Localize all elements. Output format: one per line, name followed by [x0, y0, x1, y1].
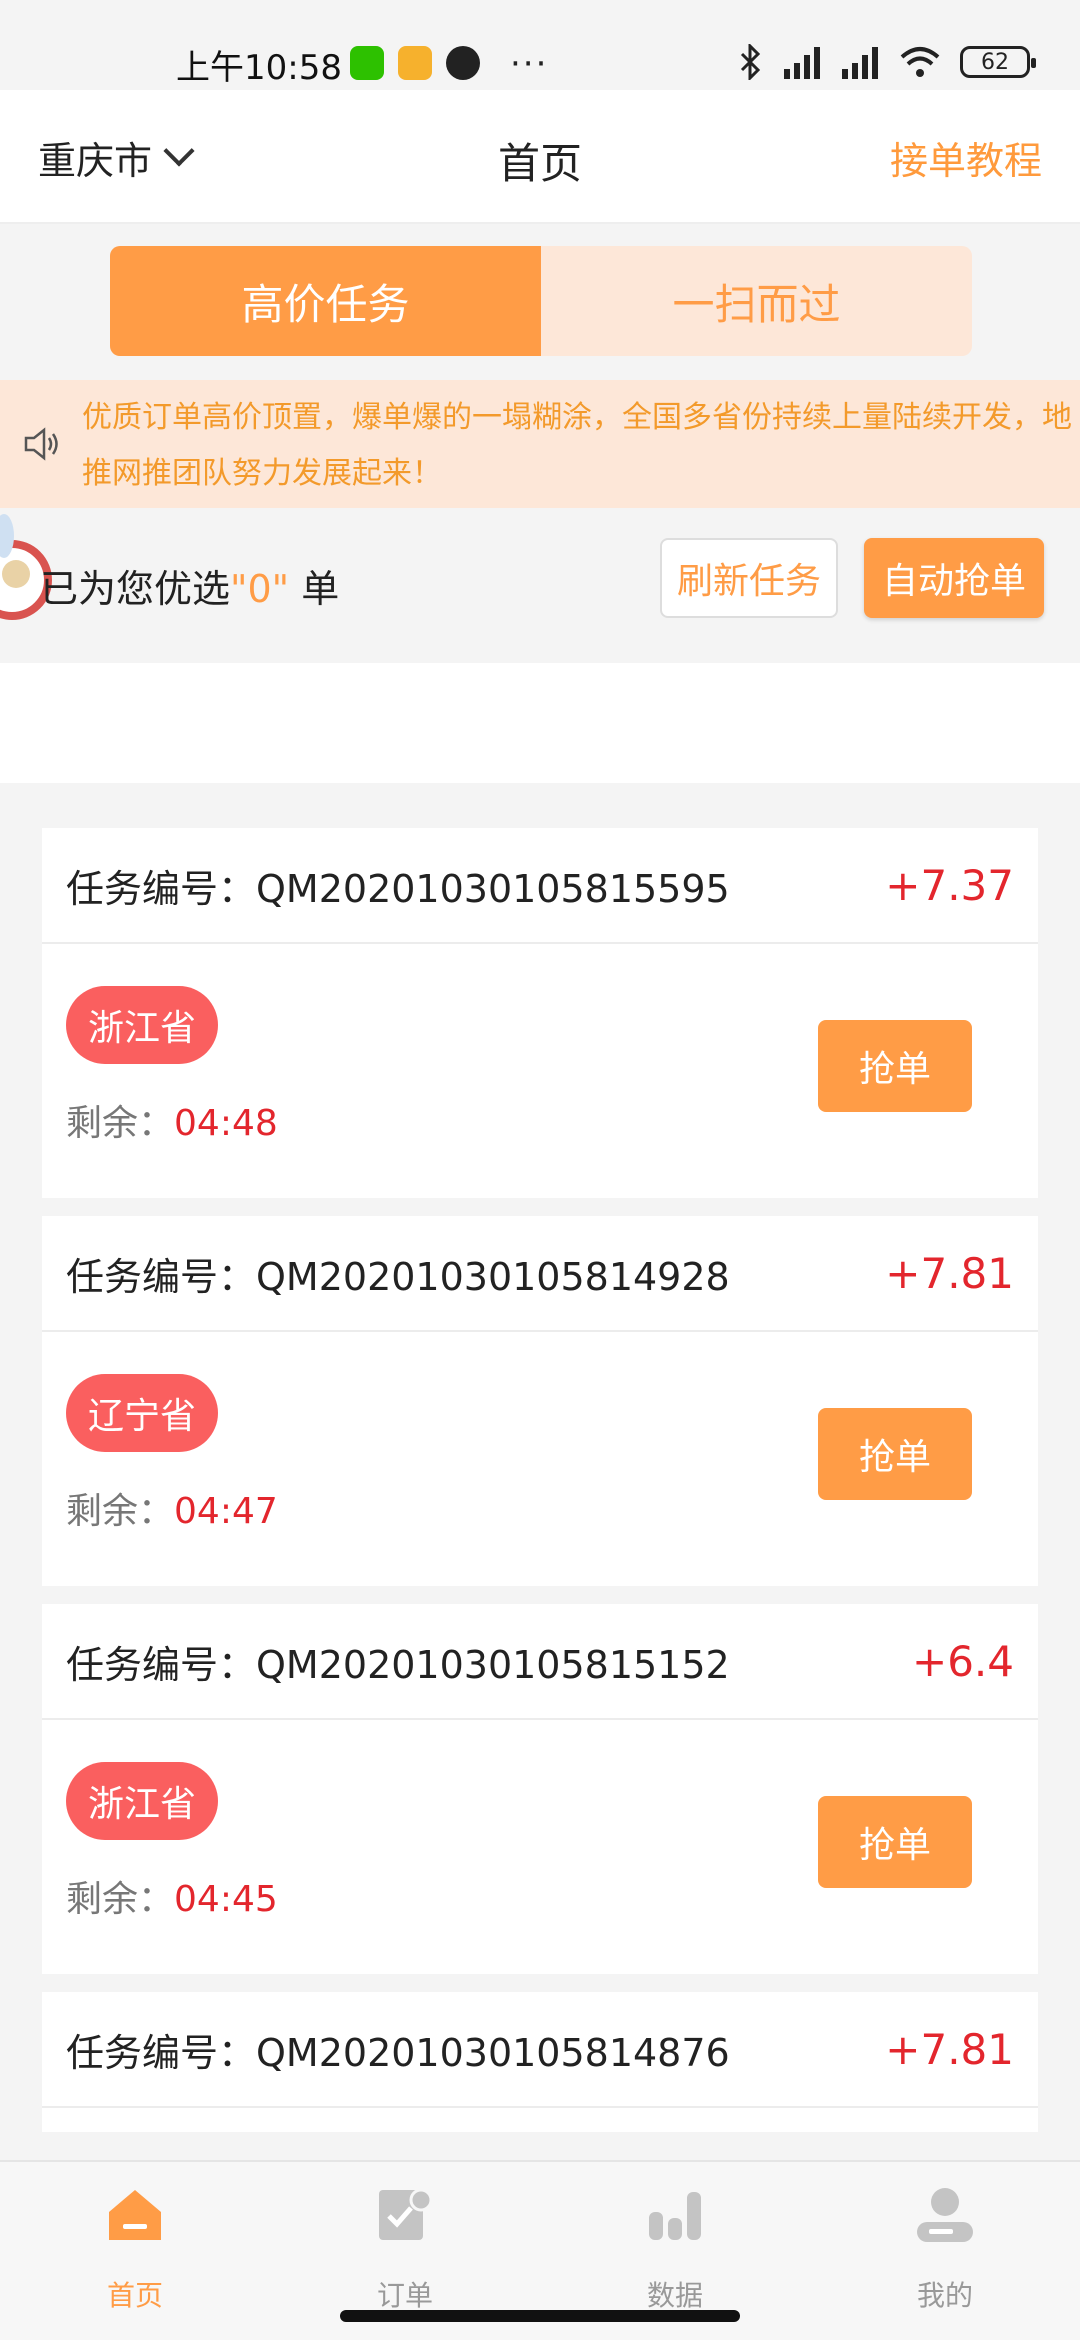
task-card: 任务编号：QM20201030105815595 +7.37 浙江省 剩余：04…: [42, 828, 1038, 1198]
selected-prefix: 已为您优选: [40, 567, 231, 611]
status-time: 上午10:58: [176, 48, 342, 88]
tab-high-price[interactable]: 高价任务: [110, 246, 541, 356]
remaining-value: 04:45: [174, 1879, 278, 1920]
task-header: 任务编号：QM20201030105815595 +7.37: [42, 828, 1038, 944]
task-card: 任务编号：QM20201030105814876 +7.81: [42, 1992, 1038, 2132]
grab-order-button[interactable]: 抢单: [818, 1796, 972, 1888]
status-system-icons: 62: [738, 44, 1036, 80]
task-id: 任务编号：QM20201030105814928: [66, 1246, 885, 1301]
nav-home-label: 首页: [106, 2279, 163, 2312]
auto-grab-button[interactable]: 自动抢单: [864, 538, 1044, 618]
task-id: 任务编号：QM20201030105814876: [66, 2022, 885, 2077]
nav-home[interactable]: 首页: [0, 2162, 270, 2340]
status-app-icons: [350, 46, 480, 80]
selected-suffix: 单: [289, 567, 340, 611]
task-id-value: QM20201030105814928: [256, 1254, 730, 1299]
tab-quick-scan[interactable]: 一扫而过: [541, 246, 972, 356]
qq-icon: [446, 46, 480, 80]
task-id-value: QM20201030105815595: [256, 866, 730, 911]
wifi-icon: [900, 47, 940, 77]
signal-icon: [784, 47, 820, 79]
signal-icon-2: [842, 47, 878, 79]
task-id-label: 任务编号：: [66, 2030, 257, 2075]
message-icon: [398, 46, 432, 80]
task-card: 任务编号：QM20201030105814928 +7.81 辽宁省 剩余：04…: [42, 1216, 1038, 1586]
task-price: +6.4: [912, 1636, 1014, 1686]
more-notifications-icon: ···: [510, 44, 549, 84]
task-price: +7.37: [885, 860, 1014, 910]
battery-icon: 62: [960, 46, 1036, 78]
task-card: 任务编号：QM20201030105815152 +6.4 浙江省 剩余：04:…: [42, 1604, 1038, 1974]
nav-profile[interactable]: 我的: [810, 2162, 1080, 2340]
nav-orders-label: 订单: [376, 2279, 433, 2312]
home-icon: [109, 2190, 161, 2240]
blank-area: [0, 663, 1080, 783]
task-body: 辽宁省 剩余：04:47 抢单: [42, 1332, 1038, 1584]
app-header: 重庆市 首页 接单教程: [0, 90, 1080, 224]
task-header: 任务编号：QM20201030105814928 +7.81: [42, 1216, 1038, 1332]
home-indicator[interactable]: [340, 2310, 740, 2322]
tabs-container: 高价任务 一扫而过: [0, 226, 1080, 376]
remaining-value: 04:48: [174, 1103, 278, 1144]
task-body: 浙江省 剩余：04:45 抢单: [42, 1720, 1038, 1972]
remaining-time: 剩余：04:47: [66, 1482, 278, 1534]
remaining-label: 剩余：: [66, 1491, 175, 1532]
remaining-value: 04:47: [174, 1491, 278, 1532]
grab-order-button[interactable]: 抢单: [818, 1408, 972, 1500]
remaining-time: 剩余：04:48: [66, 1094, 278, 1146]
task-id: 任务编号：QM20201030105815595: [66, 858, 885, 913]
task-price: +7.81: [885, 2024, 1014, 2074]
task-header: 任务编号：QM20201030105814876 +7.81: [42, 1992, 1038, 2108]
profile-icon: [917, 2188, 973, 2242]
task-id-label: 任务编号：: [66, 866, 257, 911]
task-id-label: 任务编号：: [66, 1254, 257, 1299]
task-id-value: QM20201030105815152: [256, 1642, 730, 1687]
speaker-icon: [24, 427, 58, 461]
notice-banner: 优质订单高价顶置，爆单爆的一塌糊涂，全国多省份持续上量陆续开发，地推网推团队努力…: [0, 380, 1080, 508]
task-body: 浙江省 剩余：04:48 抢单: [42, 944, 1038, 1196]
grab-order-button[interactable]: 抢单: [818, 1020, 972, 1112]
nav-profile-label: 我的: [916, 2279, 973, 2312]
selected-count: "0": [230, 567, 290, 611]
bluetooth-icon: [740, 44, 761, 80]
province-badge: 辽宁省: [66, 1374, 219, 1452]
nav-data-label: 数据: [646, 2279, 703, 2312]
tutorial-link[interactable]: 接单教程: [890, 130, 1042, 185]
task-tabs: 高价任务 一扫而过: [110, 246, 972, 356]
task-id: 任务编号：QM20201030105815152: [66, 1634, 912, 1689]
province-badge: 浙江省: [66, 986, 219, 1064]
refresh-tasks-button[interactable]: 刷新任务: [660, 538, 838, 618]
task-price: +7.81: [885, 1248, 1014, 1298]
status-bar: 上午10:58 ··· 62: [0, 0, 1080, 90]
task-id-label: 任务编号：: [66, 1642, 257, 1687]
province-badge: 浙江省: [66, 1762, 219, 1840]
wechat-icon: [350, 46, 384, 80]
task-list: 任务编号：QM20201030105815595 +7.37 浙江省 剩余：04…: [42, 828, 1038, 2150]
notice-text: 优质订单高价顶置，爆单爆的一塌糊涂，全国多省份持续上量陆续开发，地推网推团队努力…: [82, 400, 1072, 491]
remaining-time: 剩余：04:45: [66, 1870, 278, 1922]
task-id-value: QM20201030105814876: [256, 2030, 730, 2075]
selected-count-text: 已为您优选"0" 单: [40, 558, 339, 613]
task-header: 任务编号：QM20201030105815152 +6.4: [42, 1604, 1038, 1720]
orders-icon: [379, 2188, 433, 2240]
data-icon: [649, 2192, 701, 2240]
remaining-label: 剩余：: [66, 1879, 175, 1920]
selection-row: 已为您优选"0" 单 刷新任务 自动抢单: [0, 508, 1080, 663]
remaining-label: 剩余：: [66, 1103, 175, 1144]
